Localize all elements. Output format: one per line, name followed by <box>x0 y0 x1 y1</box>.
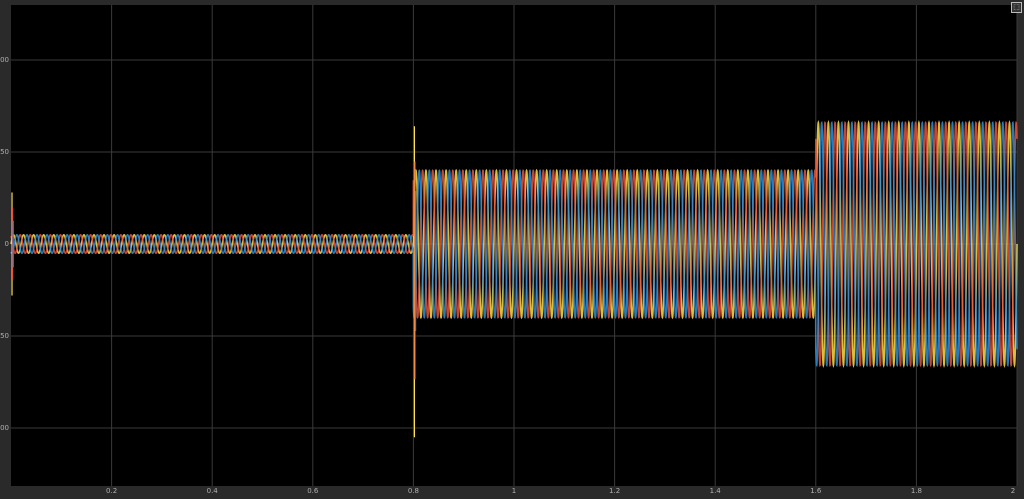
x-tick-label: 0.6 <box>307 487 319 495</box>
x-tick-label: 1.6 <box>810 487 822 495</box>
x-tick-label: 0.2 <box>106 487 117 495</box>
x-tick-label: 1 <box>512 487 516 495</box>
x-tick-label: 2 <box>1011 487 1015 495</box>
x-tick-label: 1.4 <box>710 487 722 495</box>
y-tick-label: 100 <box>0 56 9 64</box>
scope-chart: 0.2 0.4 0.6 0.8 1 1.2 1.4 1.6 1.8 2 100 50 0 -50 -100 <box>0 5 1018 495</box>
x-tick-label: 1.8 <box>911 487 922 495</box>
y-tick-label: -50 <box>0 332 9 340</box>
y-tick-label: 50 <box>0 148 9 156</box>
undock-button[interactable]: ⬚ <box>1011 2 1022 13</box>
y-tick-label: 0 <box>5 240 9 248</box>
scope-window: 0.20.40.60.811.21.41.61.82100500-50-100 … <box>0 0 1024 499</box>
y-tick-label: -100 <box>0 424 9 432</box>
x-tick-label: 0.8 <box>408 487 419 495</box>
x-tick-label: 0.4 <box>207 487 219 495</box>
x-tick-label: 1.2 <box>609 487 620 495</box>
